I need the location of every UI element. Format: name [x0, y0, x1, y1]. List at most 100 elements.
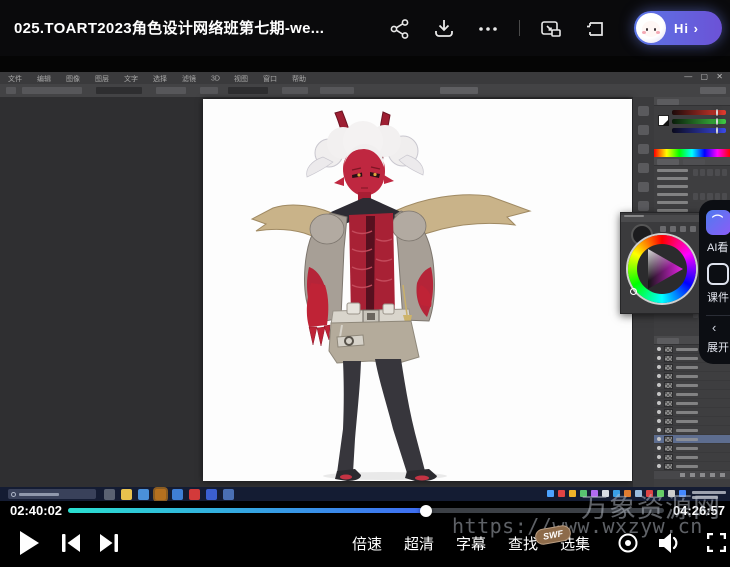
tray-icon — [613, 490, 620, 497]
ps-layer-row — [654, 417, 730, 426]
user-account-pill[interactable]: Hi › — [634, 11, 722, 45]
ps-color-wheel-panel — [620, 212, 701, 314]
video-frame[interactable]: 文件编辑图像图层文字选择滤镜3D视图窗口帮助 — ▢ ✕ — [0, 56, 730, 501]
control-labels: 倍速 超清 字幕 查找 选集 — [352, 533, 590, 554]
control-label[interactable]: 倍速 — [352, 533, 382, 554]
previous-icon[interactable] — [62, 534, 81, 552]
taskbar-app-icon — [223, 489, 234, 500]
control-label[interactable]: 字幕 — [456, 533, 486, 554]
recorded-clock — [692, 489, 726, 499]
ps-menu-item: 视图 — [234, 73, 248, 83]
tray-icon — [569, 490, 576, 497]
ps-layer-row — [654, 426, 730, 435]
download-icon[interactable] — [433, 18, 455, 40]
account-greeting: Hi › — [674, 21, 699, 36]
ps-options-bar — [0, 84, 730, 97]
toolbar-divider — [519, 20, 520, 36]
ai-watch-label[interactable]: AI看 — [707, 239, 728, 255]
expand-label[interactable]: 展开 — [707, 339, 729, 355]
ps-layer-row — [654, 435, 730, 444]
tray-icon — [624, 490, 631, 497]
ps-menu-item: 帮助 — [292, 73, 306, 83]
seek-bar[interactable] — [68, 508, 664, 513]
ps-layer-row — [654, 381, 730, 390]
tray-icon — [668, 490, 675, 497]
ps-menu-item: 图像 — [66, 73, 80, 83]
ps-layers-footer — [654, 471, 730, 479]
side-feature-panel[interactable]: AI看 课件 ‹ 展开 — [699, 200, 730, 364]
ps-menu-item: 文字 — [124, 73, 138, 83]
ps-layer-row — [654, 444, 730, 453]
tray-icon — [602, 490, 609, 497]
taskbar-app-icon — [104, 489, 115, 500]
player-title-bar: 025.TOART2023角色设计网络班第七期-we... — [0, 0, 730, 56]
ps-layer-row — [654, 462, 730, 471]
ps-color-spectrum — [654, 149, 730, 157]
total-time: 04:26:57 — [673, 503, 725, 518]
panel-divider — [706, 315, 730, 316]
video-title: 025.TOART2023角色设计网络班第七期-we... — [14, 17, 324, 38]
tray-icon — [547, 490, 554, 497]
ps-menu-item: 文件 — [8, 73, 22, 83]
tray-icon — [679, 490, 686, 497]
ps-window-buttons: — ▢ ✕ — [684, 72, 726, 81]
video-player-app: 025.TOART2023角色设计网络班第七期-we... — [0, 0, 730, 567]
tray-icon — [580, 490, 587, 497]
courseware-label[interactable]: 课件 — [707, 289, 729, 305]
ps-color-panel — [654, 110, 730, 144]
tray-icon — [657, 490, 664, 497]
ps-layer-row — [654, 390, 730, 399]
ai-watch-icon[interactable] — [706, 210, 730, 235]
ps-menu-item: 滤镜 — [182, 73, 196, 83]
saturation-triangle — [635, 242, 689, 296]
avatar — [636, 13, 666, 43]
ps-menu-item: 窗口 — [263, 73, 277, 83]
character-artwork — [203, 99, 632, 481]
share-icon[interactable] — [389, 18, 411, 40]
tray-icon — [558, 490, 565, 497]
control-bar: 倍速 超清 字幕 查找 选集 — [0, 519, 730, 567]
next-icon[interactable] — [99, 534, 118, 552]
ps-brush-panel-header — [654, 157, 730, 166]
more-icon[interactable] — [477, 18, 499, 40]
ps-layer-row — [654, 363, 730, 372]
taskbar-app-icon — [189, 489, 200, 500]
mini-player-icon[interactable] — [540, 18, 562, 40]
control-label[interactable]: 查找 — [508, 533, 538, 554]
courseware-icon[interactable] — [707, 263, 729, 285]
volume-icon[interactable] — [659, 532, 682, 554]
control-label[interactable]: 超清 — [404, 533, 434, 554]
seek-knob[interactable] — [420, 505, 432, 517]
control-label[interactable]: 选集 — [560, 533, 590, 554]
tray-icon — [646, 490, 653, 497]
ps-menu-item: 3D — [211, 74, 220, 82]
ps-menu-item: 编辑 — [37, 73, 51, 83]
ps-canvas — [203, 99, 632, 481]
fullscreen-icon[interactable] — [707, 533, 726, 552]
screencast-icon[interactable] — [584, 18, 606, 40]
hue-cursor — [630, 288, 637, 295]
recorded-search-box — [8, 489, 96, 499]
ps-menu-item: 选择 — [153, 73, 167, 83]
collapse-chevron-icon[interactable]: ‹ — [712, 320, 716, 335]
taskbar-app-icon — [172, 489, 183, 500]
ps-layer-row — [654, 372, 730, 381]
progress-row: 02:40:02 04:26:57 — [0, 501, 730, 519]
ps-menu-bar: 文件编辑图像图层文字选择滤镜3D视图窗口帮助 — [0, 72, 730, 84]
play-icon[interactable] — [20, 531, 40, 555]
current-time: 02:40:02 — [10, 503, 62, 518]
ps-layer-row — [654, 453, 730, 462]
taskbar-app-icon — [206, 489, 217, 500]
tray-icon — [635, 490, 642, 497]
record-icon[interactable] — [617, 532, 639, 554]
taskbar-app-icon — [138, 489, 149, 500]
ps-layer-row — [654, 408, 730, 417]
recorded-tray-icons — [547, 490, 686, 497]
recorded-taskbar-icons — [104, 489, 234, 500]
ps-color-panel-header — [654, 97, 730, 106]
seek-bar-fill — [68, 508, 426, 513]
tray-icon — [591, 490, 598, 497]
taskbar-app-icon — [155, 489, 166, 500]
taskbar-app-icon — [121, 489, 132, 500]
ps-layer-row — [654, 399, 730, 408]
